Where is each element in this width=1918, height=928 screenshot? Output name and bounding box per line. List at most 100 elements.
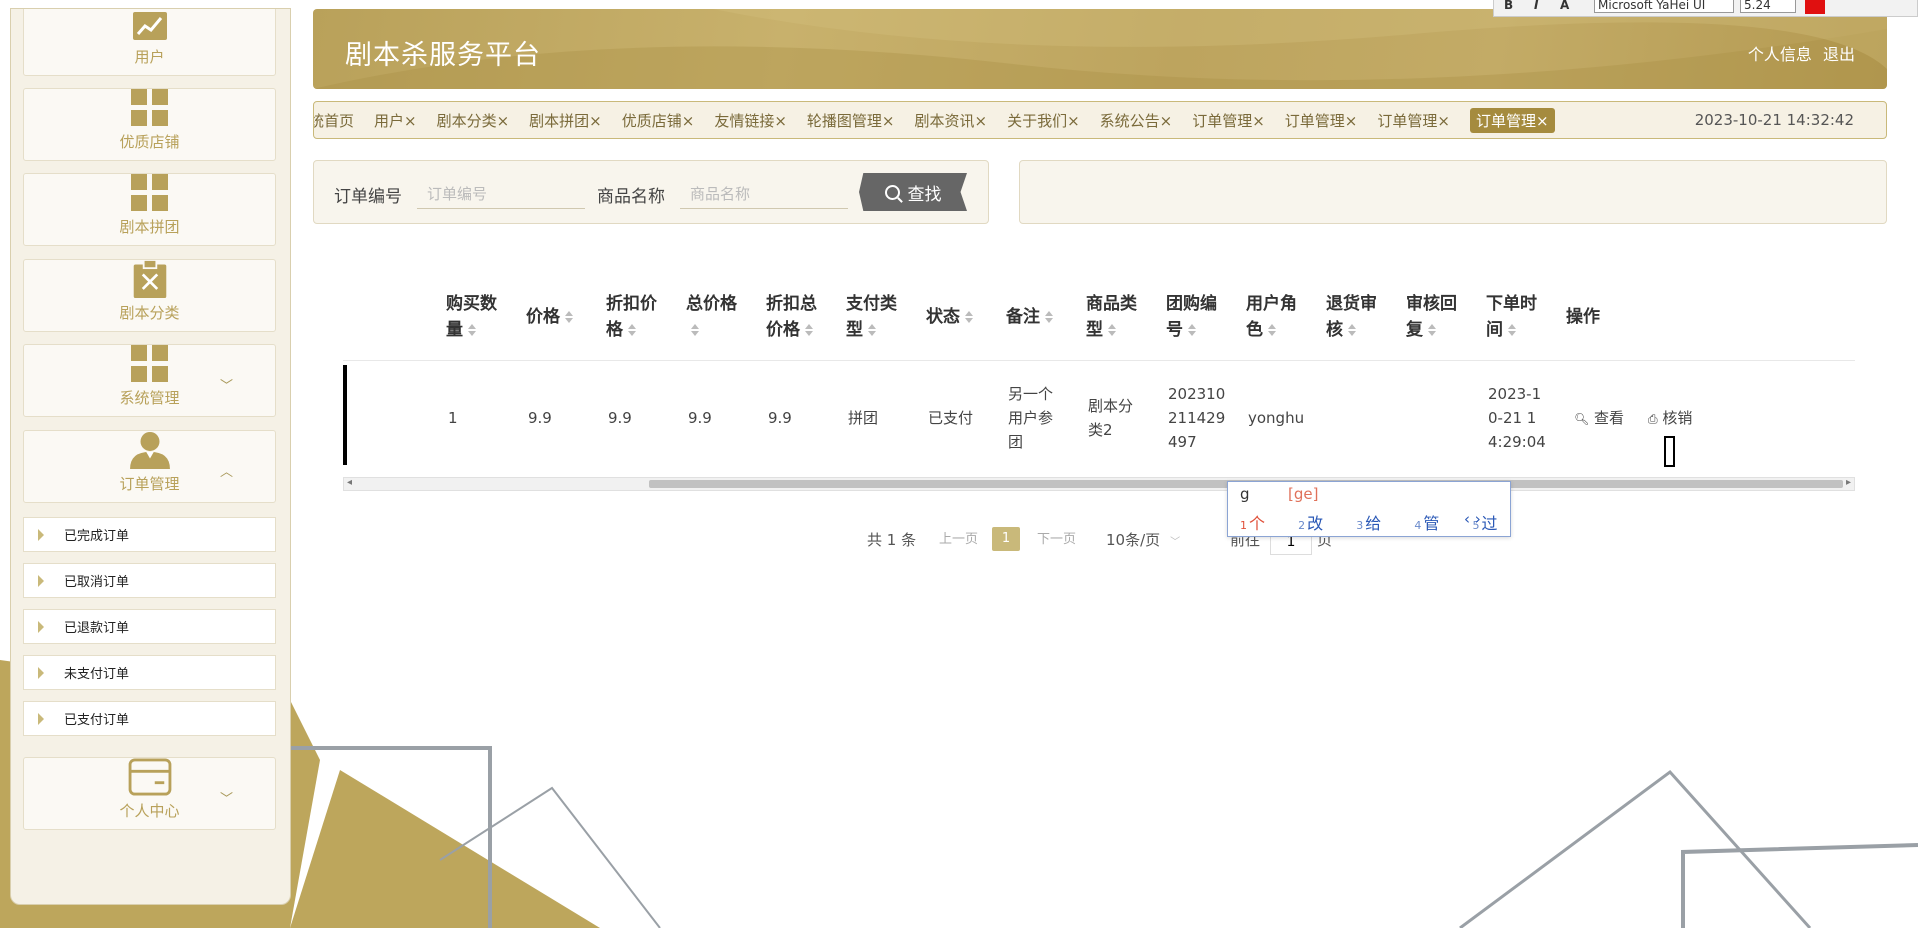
header-divider	[343, 360, 1855, 361]
font-style-button[interactable]: A	[1560, 0, 1569, 12]
sidebar-subitem-paid[interactable]: 已支付订单	[23, 701, 276, 736]
ime-candidate[interactable]: 4管	[1414, 514, 1453, 533]
tab-user[interactable]: 用户×	[374, 110, 417, 131]
sidebar-item-label: 剧本分类	[119, 304, 180, 322]
ime-page-nav[interactable]: ‹ ›	[1464, 510, 1481, 528]
header-group-no[interactable]: 团购编号	[1166, 291, 1217, 343]
header-total-price[interactable]: 总价格	[686, 291, 737, 343]
header-review-reply[interactable]: 审核回复	[1406, 291, 1457, 343]
sort-icon[interactable]	[628, 324, 636, 336]
cell-price: 9.9	[528, 409, 552, 427]
sort-icon[interactable]	[965, 311, 973, 323]
header-label-line1: 退货审	[1326, 294, 1377, 314]
header-wave-decoration	[313, 9, 1887, 89]
chevron-down-icon: ﹀	[219, 379, 233, 394]
sidebar-item-category[interactable]: 剧本分类	[23, 259, 276, 332]
sort-icon[interactable]	[1108, 324, 1116, 336]
sort-icon[interactable]	[1268, 324, 1276, 336]
font-size-select[interactable]: 5.24	[1740, 0, 1796, 13]
header-user-role[interactable]: 用户角色	[1246, 291, 1297, 343]
sort-icon[interactable]	[1508, 324, 1516, 336]
tab-notice[interactable]: 系统公告×	[1100, 110, 1173, 131]
sidebar-item-orders[interactable]: 订单管理 ︿	[23, 430, 276, 503]
sort-icon[interactable]	[691, 324, 699, 336]
sidebar-subitem-unpaid[interactable]: 未支付订单	[23, 655, 276, 690]
scroll-right-arrow-icon[interactable]: ▸	[1846, 477, 1851, 488]
horizontal-scrollbar[interactable]: ◂ ▸	[343, 477, 1855, 491]
cell-goods-type: 剧本分 类2	[1088, 394, 1133, 442]
header-label-line2: 号	[1166, 320, 1183, 340]
ime-candidate[interactable]: 2改	[1298, 514, 1337, 533]
tab-orders[interactable]: 订单管理×	[1285, 110, 1358, 131]
tab-group[interactable]: 剧本拼团×	[529, 110, 602, 131]
sidebar-item-user[interactable]: 用户	[23, 9, 276, 76]
search-button[interactable]: 查找	[859, 173, 967, 211]
tab-category[interactable]: 剧本分类×	[437, 110, 510, 131]
tab-shops[interactable]: 优质店铺×	[622, 110, 695, 131]
header-return-review[interactable]: 退货审核	[1326, 291, 1377, 343]
bold-button[interactable]: B	[1504, 0, 1513, 12]
printer-icon: ⎙	[1648, 412, 1658, 426]
ime-candidate-char: 个	[1249, 514, 1266, 533]
scroll-left-arrow-icon[interactable]: ◂	[347, 477, 352, 488]
triangle-right-icon	[38, 666, 44, 679]
color-swatch[interactable]	[1805, 0, 1825, 14]
sidebar-item-shops[interactable]: 优质店铺	[23, 88, 276, 161]
ime-candidate[interactable]: 1个	[1240, 514, 1279, 533]
sidebar-item-personal-center[interactable]: 个人中心 ﹀	[23, 757, 276, 830]
sort-icon[interactable]	[468, 324, 476, 336]
tab-links[interactable]: 友情链接×	[714, 110, 787, 131]
header-price[interactable]: 价格	[526, 304, 573, 330]
prev-page-button[interactable]: 上一页	[939, 527, 978, 553]
sort-icon[interactable]	[565, 311, 573, 323]
sort-icon[interactable]	[1348, 324, 1356, 336]
header-order-time[interactable]: 下单时间	[1486, 291, 1537, 343]
font-select[interactable]: Microsoft YaHei UI	[1594, 0, 1734, 13]
profile-link[interactable]: 个人信息	[1748, 45, 1812, 64]
sidebar-subitem-refunded[interactable]: 已退款订单	[23, 609, 276, 644]
goods-name-input[interactable]	[680, 179, 848, 209]
sort-icon[interactable]	[1188, 324, 1196, 336]
ime-candidate-window: g [ge] 1个 2改 3给 4管 5过 ‹ ›	[1227, 481, 1511, 537]
header-discount-price[interactable]: 折扣价格	[606, 291, 657, 343]
sidebar-subitem-completed[interactable]: 已完成订单	[23, 517, 276, 552]
header-remark[interactable]: 备注	[1006, 304, 1053, 330]
header-quantity[interactable]: 购买数量	[446, 291, 497, 343]
italic-button[interactable]: I	[1534, 0, 1538, 12]
verify-button-label: 核销	[1662, 409, 1693, 427]
page-size-label: 10条/页	[1106, 531, 1161, 549]
tab-orders-active[interactable]: 订单管理×	[1469, 107, 1555, 133]
page-number-current[interactable]: 1	[992, 527, 1020, 551]
header-pay-type[interactable]: 支付类型	[846, 291, 897, 343]
verify-button[interactable]: ⎙ 核销	[1648, 407, 1692, 428]
order-no-label: 订单编号	[334, 187, 402, 207]
sort-icon[interactable]	[1428, 324, 1436, 336]
sort-icon[interactable]	[805, 324, 813, 336]
page-size-select[interactable]: 10条/页 ﹀	[1106, 527, 1180, 556]
sidebar-item-label: 个人中心	[119, 802, 180, 820]
next-page-button[interactable]: 下一页	[1037, 527, 1076, 553]
header-discount-total[interactable]: 折扣总 价格	[766, 291, 817, 343]
tab-home[interactable]: 统首页	[314, 110, 354, 131]
order-no-input[interactable]	[417, 179, 585, 209]
tab-about[interactable]: 关于我们×	[1007, 110, 1080, 131]
cell-user-role: yonghu	[1248, 409, 1305, 427]
header-goods-type[interactable]: 商品类型	[1086, 291, 1137, 343]
header-label-line1: 折扣价	[606, 294, 657, 314]
ime-candidate-index: 1	[1240, 519, 1247, 532]
tab-orders[interactable]: 订单管理×	[1377, 110, 1450, 131]
sidebar-item-group[interactable]: 剧本拼团	[23, 173, 276, 246]
tabs-list: 统首页 用户× 剧本分类× 剧本拼团× 优质店铺× 友情链接× 轮播图管理× 剧…	[314, 102, 1575, 138]
ime-candidate[interactable]: 3给	[1356, 514, 1395, 533]
view-button[interactable]: 🔍︎ 查看	[1574, 407, 1624, 428]
sort-icon[interactable]	[1045, 311, 1053, 323]
header-links: 个人信息 退出	[1742, 41, 1855, 65]
tab-news[interactable]: 剧本资讯×	[914, 110, 987, 131]
sidebar-item-system[interactable]: 系统管理 ﹀	[23, 344, 276, 417]
header-status[interactable]: 状态	[926, 304, 973, 330]
sort-icon[interactable]	[868, 324, 876, 336]
tab-carousel[interactable]: 轮播图管理×	[807, 110, 895, 131]
logout-link[interactable]: 退出	[1823, 45, 1855, 64]
tab-orders[interactable]: 订单管理×	[1192, 110, 1265, 131]
sidebar-subitem-cancelled[interactable]: 已取消订单	[23, 563, 276, 598]
